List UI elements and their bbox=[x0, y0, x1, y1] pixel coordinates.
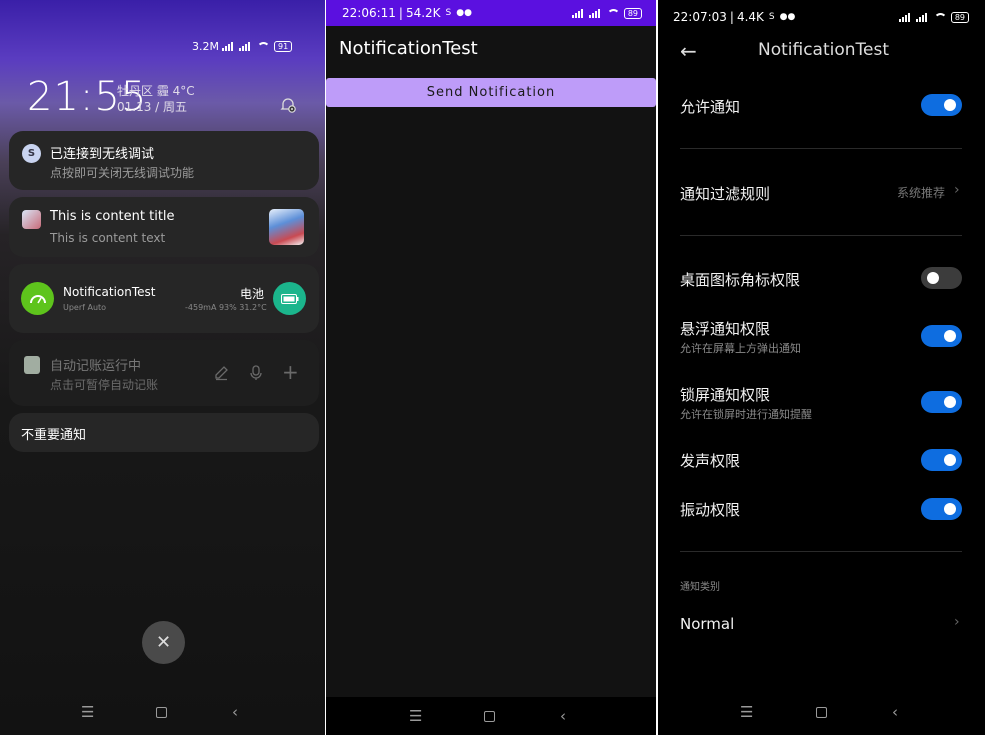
back-nav-icon[interactable]: ‹ bbox=[560, 707, 566, 725]
battery-stats: -459mA 93% 31.2°C bbox=[185, 303, 267, 312]
notification-title: 自动记账运行中 bbox=[50, 359, 142, 374]
notification-card-content[interactable]: This is content title This is content te… bbox=[9, 197, 319, 257]
net-speed: 54.2K bbox=[405, 6, 441, 20]
notification-title: This is content title bbox=[50, 209, 175, 224]
signal-icon-2 bbox=[238, 42, 253, 51]
navigation-bar: ☰ ‹ bbox=[0, 703, 325, 723]
net-speed: 3.2M bbox=[192, 40, 219, 53]
notification-title: 已连接到无线调试 bbox=[50, 147, 155, 162]
microphone-icon[interactable] bbox=[249, 365, 263, 381]
filter-rule-label[interactable]: 通知过滤规则 bbox=[680, 183, 770, 204]
speedometer-icon bbox=[21, 282, 54, 315]
chevron-right-icon: › bbox=[954, 614, 960, 630]
vibration-permission-toggle[interactable] bbox=[921, 498, 962, 520]
menu-icon[interactable]: ☰ bbox=[409, 707, 422, 725]
status-bar: 3.2M 91 bbox=[192, 40, 325, 53]
signal-icon-2 bbox=[588, 8, 603, 18]
status-time: 22:06:11 bbox=[342, 6, 396, 20]
permission-label: 锁屏通知权限 bbox=[680, 386, 771, 404]
badge-permission-toggle[interactable] bbox=[921, 267, 962, 289]
permission-sub: 允许在锁屏时进行通知提醒 bbox=[680, 408, 812, 421]
close-icon: ✕ bbox=[155, 632, 172, 653]
clock-meta: 牡丹区 霾 4°C 01.13 / 周五 bbox=[117, 83, 195, 115]
divider bbox=[680, 235, 962, 236]
home-icon[interactable] bbox=[156, 707, 167, 718]
notification-text: 点击可暂停自动记账 bbox=[50, 378, 159, 392]
back-arrow-icon[interactable]: ← bbox=[680, 39, 697, 63]
net-speed: 4.4K bbox=[736, 10, 764, 24]
notification-settings-icon[interactable] bbox=[279, 96, 297, 114]
permission-label: 发声权限 bbox=[680, 452, 741, 470]
chevron-right-icon: › bbox=[954, 182, 960, 198]
battery-icon: 89 bbox=[623, 7, 642, 19]
signal-icon bbox=[221, 42, 236, 51]
home-icon[interactable] bbox=[484, 711, 495, 722]
notification-card-uperf[interactable]: NotificationTest Uperf Auto 电池 -459mA 93… bbox=[9, 264, 319, 333]
divider bbox=[680, 551, 962, 552]
battery-title: 电池 bbox=[240, 287, 265, 301]
battery-icon: 91 bbox=[273, 41, 293, 52]
app-screen: 22:06:11 | 54.2K S ●● 89 NotificationTes… bbox=[326, 0, 656, 735]
notification-card-debug[interactable]: S 已连接到无线调试 点按即可关闭无线调试功能 bbox=[9, 131, 319, 190]
notification-thumbnail bbox=[269, 209, 304, 245]
notification-text: This is content text bbox=[50, 231, 166, 245]
add-icon[interactable]: + bbox=[282, 360, 299, 384]
debug-icon: S bbox=[768, 12, 775, 22]
signal-icon bbox=[571, 8, 586, 18]
permission-label: 振动权限 bbox=[680, 501, 741, 519]
navigation-bar: ☰ ‹ bbox=[658, 703, 985, 723]
sound-permission-toggle[interactable] bbox=[921, 449, 962, 471]
home-icon[interactable] bbox=[816, 707, 827, 718]
battery-icon bbox=[273, 282, 306, 315]
navigation-bar: ☰ ‹ bbox=[326, 697, 656, 735]
page-title: NotificationTest bbox=[758, 40, 890, 60]
wifi-icon bbox=[933, 12, 947, 22]
notification-card-autoledger[interactable]: 自动记账运行中 点击可暂停自动记账 + bbox=[9, 340, 319, 406]
permission-sub: 允许在屏幕上方弹出通知 bbox=[680, 342, 801, 355]
send-notification-button[interactable]: Send Notification bbox=[326, 78, 656, 107]
signal-icon bbox=[898, 12, 913, 22]
wechat-icon: ●● bbox=[779, 12, 796, 22]
unimportant-label: 不重要通知 bbox=[21, 428, 87, 443]
wifi-icon bbox=[256, 42, 270, 51]
notification-settings-screen: 22:07:03 | 4.4K S ●● 89 ← NotificationTe… bbox=[658, 0, 985, 735]
divider bbox=[680, 148, 962, 149]
filter-rule-value: 系统推荐 bbox=[897, 186, 946, 200]
allow-notifications-toggle[interactable] bbox=[921, 94, 962, 116]
permission-label: 悬浮通知权限 bbox=[680, 320, 771, 338]
wechat-icon: ●● bbox=[456, 8, 472, 18]
edit-icon[interactable] bbox=[213, 365, 229, 381]
signal-icon-2 bbox=[915, 12, 930, 22]
back-nav-icon[interactable]: ‹ bbox=[892, 703, 898, 721]
status-bar: 22:07:03 | 4.4K S ●● 89 bbox=[658, 10, 985, 24]
category-item-normal[interactable]: Normal bbox=[680, 615, 734, 633]
battery-icon: 89 bbox=[950, 11, 969, 23]
app-title: NotificationTest bbox=[339, 38, 478, 59]
date: 01.13 / 周五 bbox=[117, 100, 188, 114]
ledger-icon bbox=[24, 356, 40, 374]
allow-notifications-label: 允许通知 bbox=[680, 98, 741, 116]
menu-icon[interactable]: ☰ bbox=[740, 703, 753, 721]
category-header: 通知类别 bbox=[680, 582, 720, 593]
notification-text: 点按即可关闭无线调试功能 bbox=[50, 166, 195, 180]
debug-icon: S bbox=[445, 8, 452, 18]
location-weather: 牡丹区 霾 4°C bbox=[117, 84, 195, 98]
wifi-icon bbox=[606, 8, 620, 18]
notification-subtitle: Uperf Auto bbox=[63, 303, 107, 312]
debug-icon: S bbox=[22, 144, 41, 163]
clear-all-button[interactable]: ✕ bbox=[142, 621, 185, 664]
unimportant-notifications[interactable]: 不重要通知 bbox=[9, 413, 319, 452]
status-time: 22:07:03 bbox=[673, 10, 727, 24]
notification-title: NotificationTest bbox=[63, 285, 156, 299]
menu-icon[interactable]: ☰ bbox=[81, 703, 94, 721]
status-bar: 22:06:11 | 54.2K S ●● 89 bbox=[326, 0, 656, 26]
app-avatar-icon bbox=[22, 210, 41, 229]
permission-label: 桌面图标角标权限 bbox=[680, 271, 801, 289]
lockscreen-permission-toggle[interactable] bbox=[921, 391, 962, 413]
floating-permission-toggle[interactable] bbox=[921, 325, 962, 347]
back-nav-icon[interactable]: ‹ bbox=[232, 703, 238, 721]
notification-shade: 3.2M 91 21:55 牡丹区 霾 4°C 01.13 / 周五 S 已连接… bbox=[0, 0, 325, 735]
